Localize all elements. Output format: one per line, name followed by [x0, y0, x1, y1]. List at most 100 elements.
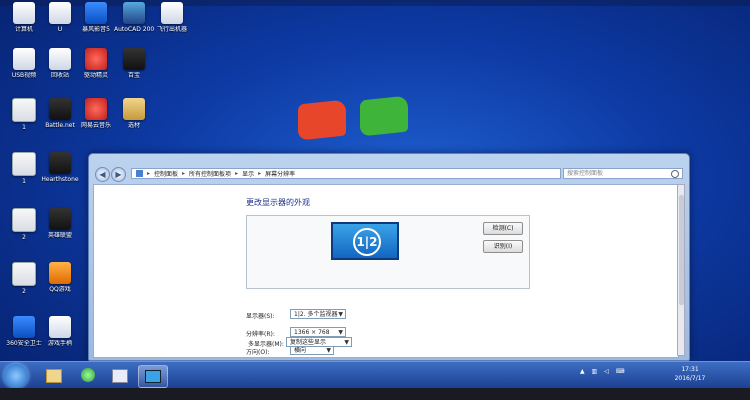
game-icon [49, 208, 71, 230]
identify-button[interactable]: 识别(I) [483, 240, 523, 253]
multi-display-label: 多显示器(M): [246, 338, 286, 349]
display-select[interactable]: 1|2. 多个监视器 ▼ [290, 309, 346, 319]
taskbar-explorer-button[interactable] [40, 365, 68, 386]
start-button[interactable] [4, 364, 28, 388]
logo-red-pane [298, 99, 346, 141]
scrollbar-thumb[interactable] [679, 195, 684, 305]
desktop-icon-lol[interactable]: 英雄联盟 [40, 208, 80, 239]
app-icon [123, 48, 145, 70]
system-tray: ▲ ▥ ◁ ⌨ [580, 368, 670, 380]
file-icon [49, 2, 71, 24]
desktop-icon-flight[interactable]: 飞行出机器 [152, 2, 192, 33]
desktop-icon-recycle-bin[interactable]: 回收站 [40, 48, 80, 79]
vertical-scrollbar[interactable] [677, 184, 685, 356]
network-icon[interactable]: ▥ [592, 368, 598, 375]
breadcrumb-separator: ▸ [182, 170, 186, 177]
desktop-icon-baibao[interactable]: 百宝 [114, 48, 154, 79]
desktop-icon-file-4[interactable]: 2 [4, 262, 44, 295]
display-icon [145, 370, 161, 383]
desktop-icon-battlenet[interactable]: Battle.net [40, 98, 80, 129]
driver-icon [85, 48, 107, 70]
input-method-icon[interactable]: ⌨ [616, 368, 625, 375]
breadcrumb-all-items[interactable]: 所有控制面板项 [189, 169, 231, 178]
explorer-icon [46, 369, 62, 383]
chevron-down-icon: ▼ [338, 311, 343, 318]
address-row: ◀ ▶ ▸ 控制面板 ▸ 所有控制面板项 ▸ 显示 ▸ 屏幕分辨率 搜索控制面板 [95, 167, 683, 182]
content-pane: 更改显示器的外观 1|2 检测(C) 识别(I) 显示器(S): 1|2. 多个… [93, 184, 679, 358]
clock-time: 17:31 [681, 366, 699, 373]
desktop-icon-360[interactable]: 360安全卫士 [4, 316, 44, 347]
battlenet-icon [49, 98, 71, 120]
qq-game-icon [49, 262, 71, 284]
detect-button[interactable]: 检测(C) [483, 222, 523, 235]
breadcrumb-display[interactable]: 显示 [242, 169, 254, 178]
display-value: 1|2. 多个监视器 [294, 311, 338, 318]
desktop-icon-computer[interactable]: 计算机 [4, 2, 44, 33]
volume-icon[interactable]: ◁ [604, 368, 609, 375]
document-icon [12, 98, 36, 122]
clock[interactable]: 17:31 2016/7/17 [670, 365, 710, 383]
disc-icon [161, 2, 183, 24]
address-bar[interactable]: ▸ 控制面板 ▸ 所有控制面板项 ▸ 显示 ▸ 屏幕分辨率 [131, 168, 561, 179]
chevron-down-icon: ▼ [344, 339, 349, 346]
back-button[interactable]: ◀ [95, 167, 110, 182]
desktop-icon-hearthstone[interactable]: Hearthstone [40, 152, 80, 183]
breadcrumb-separator: ▸ [147, 170, 151, 177]
media-player-icon [81, 368, 95, 382]
breadcrumb-control-panel[interactable]: 控制面板 [154, 169, 178, 178]
taskbar-app-button[interactable] [106, 365, 134, 386]
search-icon [671, 170, 679, 178]
monitor-icon[interactable]: 1|2 [331, 222, 399, 260]
chevron-down-icon: ▼ [326, 347, 331, 354]
document-icon [12, 152, 36, 176]
taskbar: ▲ ▥ ◁ ⌨ 17:31 2016/7/17 [0, 361, 750, 389]
recycle-bin-icon [49, 48, 71, 70]
monitor-preview: 1|2 检测(C) 识别(I) [246, 215, 530, 289]
desktop-icon-u[interactable]: U [40, 2, 80, 33]
desktop-icon-qq-game[interactable]: QQ游戏 [40, 262, 80, 293]
window-icon [112, 369, 128, 383]
monitor-number: 1|2 [353, 228, 381, 256]
forward-button[interactable]: ▶ [111, 167, 126, 182]
autocad-icon [123, 2, 145, 24]
screen-resolution-window: ◀ ▶ ▸ 控制面板 ▸ 所有控制面板项 ▸ 显示 ▸ 屏幕分辨率 搜索控制面板… [88, 153, 690, 361]
desktop-icon-baofeng[interactable]: 暴风影音5 [76, 2, 116, 33]
gamepad-icon [49, 316, 71, 338]
resolution-value: 1366 × 768 [294, 329, 330, 336]
player-icon [85, 2, 107, 24]
taskbar-media-button[interactable] [74, 365, 102, 386]
desktop-icon-file-2[interactable]: 1 [4, 152, 44, 185]
desktop-icon-folder[interactable]: 选材 [114, 98, 154, 129]
document-icon [12, 208, 36, 232]
security-icon [13, 316, 35, 338]
multi-display-select[interactable]: 复制这些显示 ▼ [286, 337, 352, 347]
desktop-icon-gamepad[interactable]: 游戏手柄 [40, 316, 80, 347]
music-icon [85, 98, 107, 120]
multi-display-value: 复制这些显示 [290, 339, 327, 346]
computer-icon [13, 2, 35, 24]
control-panel-icon [136, 170, 143, 177]
usb-icon [13, 48, 35, 70]
clock-date: 2016/7/17 [674, 375, 706, 382]
desktop-icon-autocad[interactable]: AutoCAD 2007 - S... [114, 2, 154, 33]
breadcrumb-separator: ▸ [235, 170, 239, 177]
game-icon [49, 152, 71, 174]
show-hidden-icons[interactable]: ▲ [580, 368, 585, 375]
desktop-icon-usb[interactable]: USB视频 [4, 48, 44, 79]
search-placeholder: 搜索控制面板 [567, 170, 604, 177]
search-input[interactable]: 搜索控制面板 [563, 168, 683, 179]
resolution-label: 分辨率(R): [246, 331, 275, 338]
document-icon [12, 262, 36, 286]
folder-icon [123, 98, 145, 120]
desktop-icon-file-1[interactable]: 1 [4, 98, 44, 131]
logo-green-pane [360, 95, 408, 137]
breadcrumb-resolution[interactable]: 屏幕分辨率 [265, 169, 295, 178]
display-label: 显示器(S): [246, 313, 275, 320]
screen-bezel-bottom [0, 388, 750, 400]
desktop-icon-driver[interactable]: 驱动精灵 [76, 48, 116, 79]
desktop-icon-file-3[interactable]: 2 [4, 208, 44, 241]
resolution-select[interactable]: 1366 × 768 ▼ [290, 327, 346, 337]
taskbar-display-button[interactable] [138, 365, 168, 388]
desktop-icon-netease-music[interactable]: 网易云音乐 [76, 98, 116, 129]
orientation-value: 横向 [294, 347, 307, 354]
